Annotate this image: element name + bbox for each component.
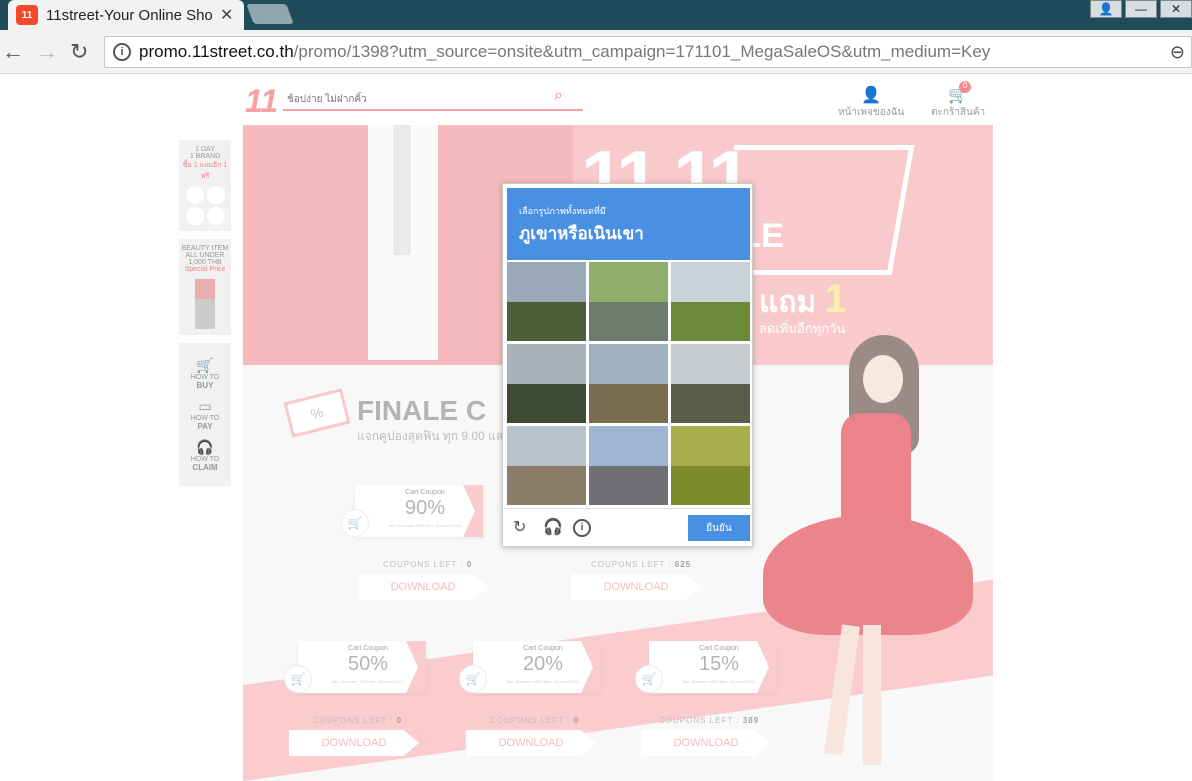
search-icon[interactable]: ⌕ [554,87,563,105]
site-favicon-icon: 11 [16,5,38,25]
close-tab-icon[interactable]: ✕ [220,5,233,25]
captcha-tile[interactable] [507,426,586,505]
tile-sky [671,426,750,466]
tile-ground [671,466,750,505]
how-to-card: 🛒 HOW TO BUY ▭ HOW TO PAY 🎧 HOW TO CLAIM [179,343,231,486]
how-to-pay-word: PAY [197,422,213,431]
captcha-tile[interactable] [589,262,668,341]
recaptcha-challenge: เลือกรูปภาพทั้งหมดที่มี ภูเขาหรือเนินเขา… [502,183,754,548]
reload-icon[interactable]: ↻ [70,39,88,65]
how-to-claim-link[interactable]: 🎧 HOW TO CLAIM [181,439,229,472]
captcha-target: ภูเขาหรือเนินเขา [519,224,644,243]
info-icon[interactable]: i [573,519,591,537]
captcha-tile[interactable] [671,262,750,341]
buy-one-label: ซื้อ 1 แถมอีก 1 ฟรี [182,162,228,180]
tile-ground [507,384,586,423]
tile-ground [671,384,750,423]
tab-title: 11street-Your Online Sho [46,6,212,24]
how-to-pay-link[interactable]: ▭ HOW TO PAY [181,398,229,431]
tile-sky [589,426,668,466]
cart-icon: 🛒 [948,87,969,104]
how-to-prefix: HOW TO [190,374,220,381]
brand-logos [181,186,229,225]
captcha-image-grid [507,262,750,505]
tile-sky [671,344,750,384]
browser-tab[interactable]: 11 11street-Your Online Sho ✕ [8,0,244,30]
how-to-buy-word: BUY [196,381,214,390]
tile-sky [671,262,750,302]
how-to-pay-label: HOW TO PAY [181,415,229,431]
headset-icon: 🎧 [196,439,214,455]
minimize-button[interactable]: — [1125,0,1157,18]
my-page-label: หน้าเพจของฉัน [838,107,905,118]
cart-link[interactable]: 🛒 0 ตะกร้าสินค้า [931,81,986,120]
new-tab-button[interactable] [246,4,294,24]
captcha-instruction: เลือกรูปภาพทั้งหมดที่มี [519,206,606,216]
cart-count-badge: 0 [959,81,971,93]
url-host: promo.11street.co.th [139,42,294,61]
profile-icon[interactable]: 👤 [1090,0,1122,18]
window-controls: 👤 — ✕ [1090,0,1192,18]
tile-ground [589,466,668,505]
11street-logo[interactable]: 11 [245,83,278,120]
captcha-tile[interactable] [671,344,750,423]
tile-sky [507,426,586,466]
close-window-button[interactable]: ✕ [1160,0,1192,18]
site-info-icon[interactable]: i [113,43,131,61]
captcha-tile[interactable] [507,262,586,341]
how-to-buy-link[interactable]: 🛒 HOW TO BUY [181,357,229,390]
captcha-tile[interactable] [671,426,750,505]
card-icon: ▭ [198,398,212,414]
how-to-claim-label: HOW TO CLAIM [181,456,229,472]
zoom-icon[interactable]: ⊖ [1170,42,1185,63]
brand-logo-icon [206,186,225,204]
tile-ground [507,466,586,505]
tile-sky [507,262,586,302]
brand-logo-icon [206,207,225,225]
reload-icon[interactable]: ↻ [513,517,526,537]
captcha-tile[interactable] [589,344,668,423]
tile-sky [589,344,668,384]
special-price-label: Special Price [184,266,226,273]
lipstick-image [195,279,215,329]
how-to-claim-word: CLAIM [192,463,218,472]
my-page-link[interactable]: 👤 หน้าเพจของฉัน [838,85,904,120]
one-brand-label: 1 BRAND [189,153,221,160]
tile-ground [507,302,586,341]
side-rail: 1 DAY 1 BRAND ซื้อ 1 แถมอีก 1 ฟรี BEAUTY… [179,140,231,494]
tile-ground [671,302,750,341]
beauty-item-card[interactable]: BEAUTY ITEM ALL UNDER 1,000 THB Special … [179,239,231,335]
search-input[interactable] [287,89,547,109]
forward-arrow-icon[interactable]: → [36,39,58,65]
cart-icon: 🛒 [196,357,214,373]
site-header: 11 ⌕ 👤 หน้าเพจของฉัน 🛒 0 ตะกร้าสินค้า [243,75,993,125]
how-to-buy-label: HOW TO BUY [181,374,229,390]
captcha-footer: ↻ 🎧 i ยืนยัน [503,508,754,548]
url-path: /promo/1398?utm_source=onsite&utm_campai… [293,42,991,61]
browser-titlebar: 11 11street-Your Online Sho ✕ 👤 — ✕ [0,0,1192,30]
captcha-tile[interactable] [507,344,586,423]
tile-sky [589,262,668,302]
tile-ground [589,384,668,423]
url-text[interactable]: promo.11street.co.th/promo/1398?utm_sour… [139,42,990,62]
how-to-prefix: HOW TO [190,456,220,463]
captcha-tile[interactable] [589,426,668,505]
user-icon: 👤 [861,87,882,104]
address-bar[interactable]: i promo.11street.co.th/promo/1398?utm_so… [104,36,1192,68]
tile-ground [589,302,668,341]
brand-logo-icon [185,207,204,225]
one-day-label: 1 DAY [195,146,215,153]
how-to-prefix: HOW TO [190,415,220,422]
brand-logo-icon [185,186,204,204]
tile-sky [507,344,586,384]
one-day-one-brand-card[interactable]: 1 DAY 1 BRAND ซื้อ 1 แถมอีก 1 ฟรี [179,140,231,231]
captcha-header: เลือกรูปภาพทั้งหมดที่มี ภูเขาหรือเนินเขา [507,188,750,260]
back-arrow-icon[interactable]: ← [2,39,24,65]
headphones-icon[interactable]: 🎧 [543,517,563,537]
cart-label: ตะกร้าสินค้า [931,107,986,118]
browser-toolbar: ← → ↻ i promo.11street.co.th/promo/1398?… [0,30,1192,74]
search-box: ⌕ [283,87,583,111]
verify-button[interactable]: ยืนยัน [688,515,750,541]
beauty-title: BEAUTY ITEM ALL UNDER 1,000 THB [181,245,229,266]
